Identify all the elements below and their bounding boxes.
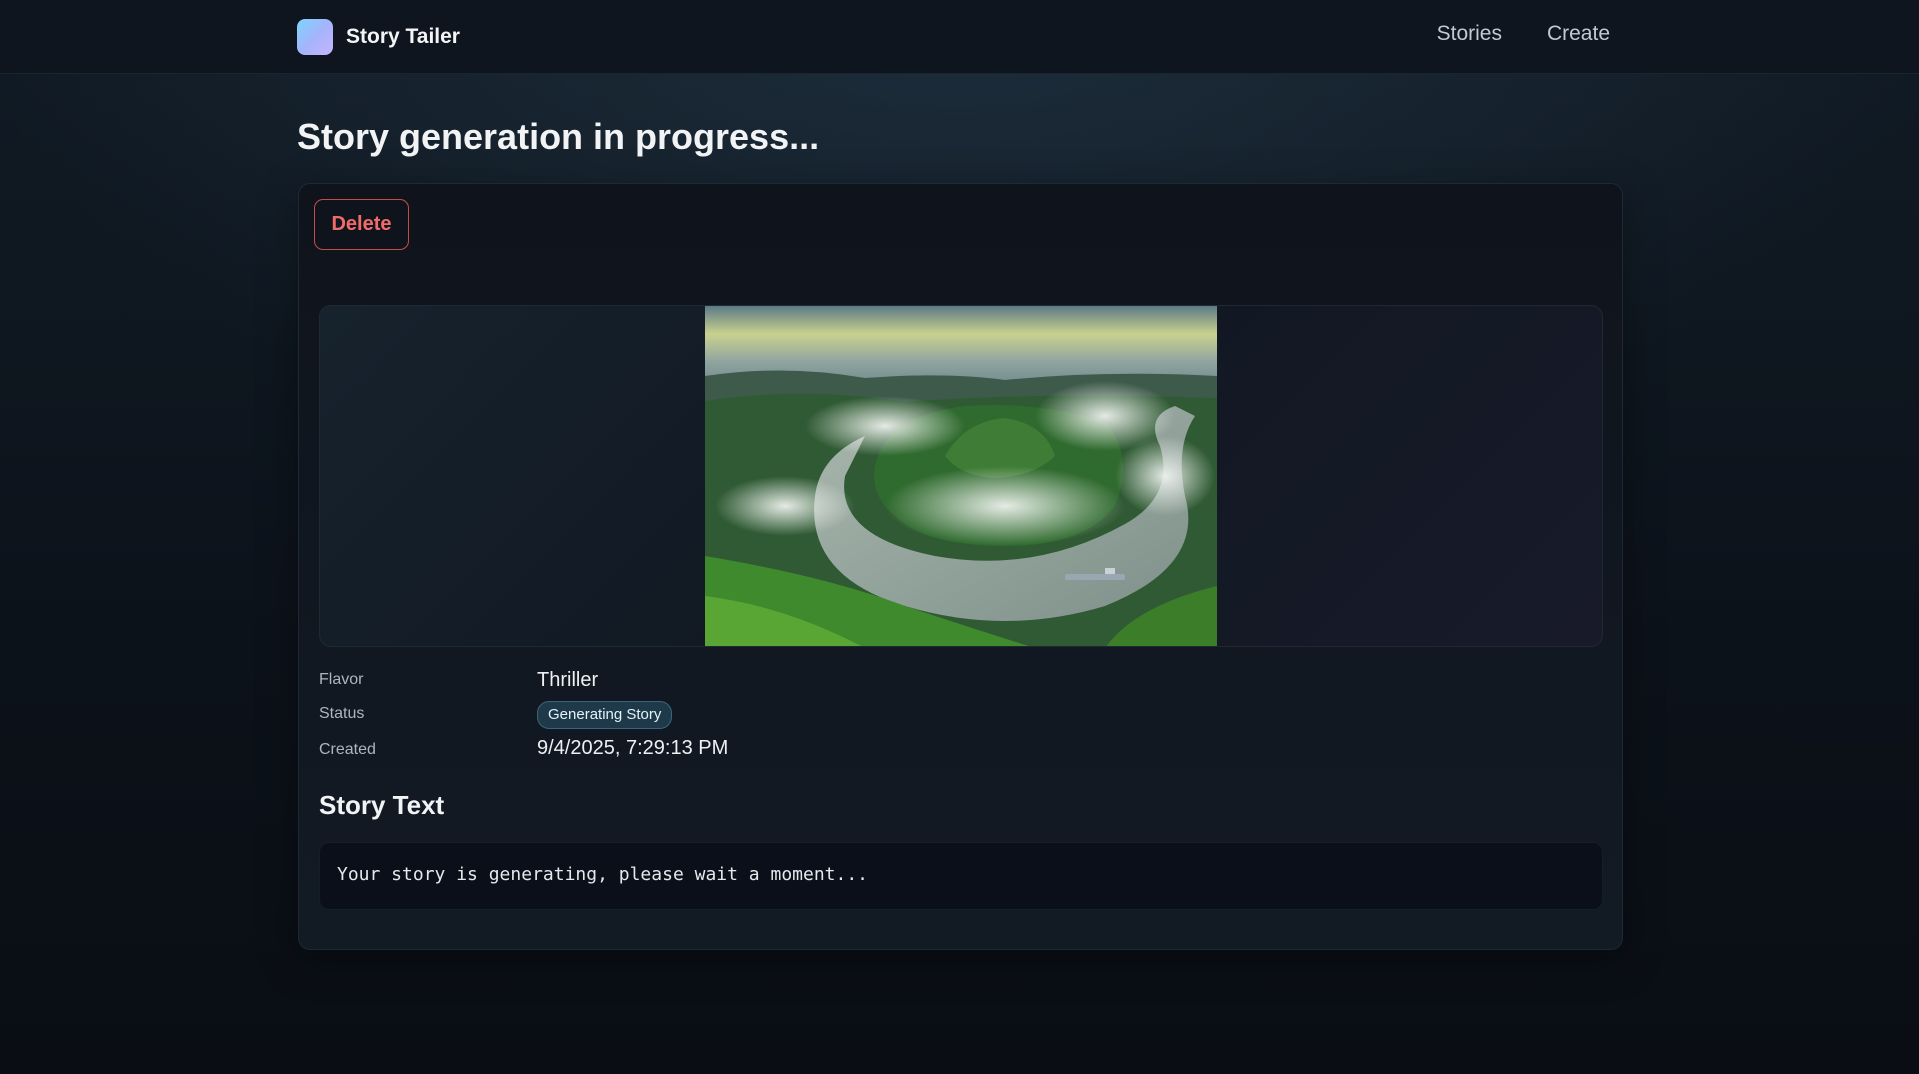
nav-link-create[interactable]: Create [1547, 22, 1610, 46]
nav-link-stories[interactable]: Stories [1437, 22, 1502, 46]
flavor-label: Flavor [319, 671, 364, 688]
story-text-heading: Story Text [319, 790, 445, 820]
brand[interactable]: Story Tailer [297, 19, 460, 55]
story-cover-image [705, 306, 1217, 646]
story-text: Your story is generating, please wait a … [337, 864, 869, 885]
created-value: 9/4/2025, 7:29:13 PM [537, 737, 729, 759]
status-label: Status [319, 705, 365, 722]
story-text-box: Your story is generating, please wait a … [319, 842, 1603, 910]
delete-button[interactable]: Delete [314, 199, 409, 250]
story-image-frame [319, 305, 1603, 647]
story-detail-card: Delete Flavor Thriller Status Generating… [298, 183, 1623, 950]
brand-name: Story Tailer [346, 25, 460, 48]
flavor-value: Thriller [537, 669, 599, 691]
status-badge: Generating Story [537, 701, 673, 729]
top-navigation-bar: Story Tailer Stories Create [0, 0, 1919, 74]
story-tailer-logo-icon [297, 19, 333, 55]
main-nav: Stories Create [1437, 22, 1610, 46]
page-title: Story generation in progress... [297, 116, 820, 157]
created-label: Created [319, 741, 376, 758]
